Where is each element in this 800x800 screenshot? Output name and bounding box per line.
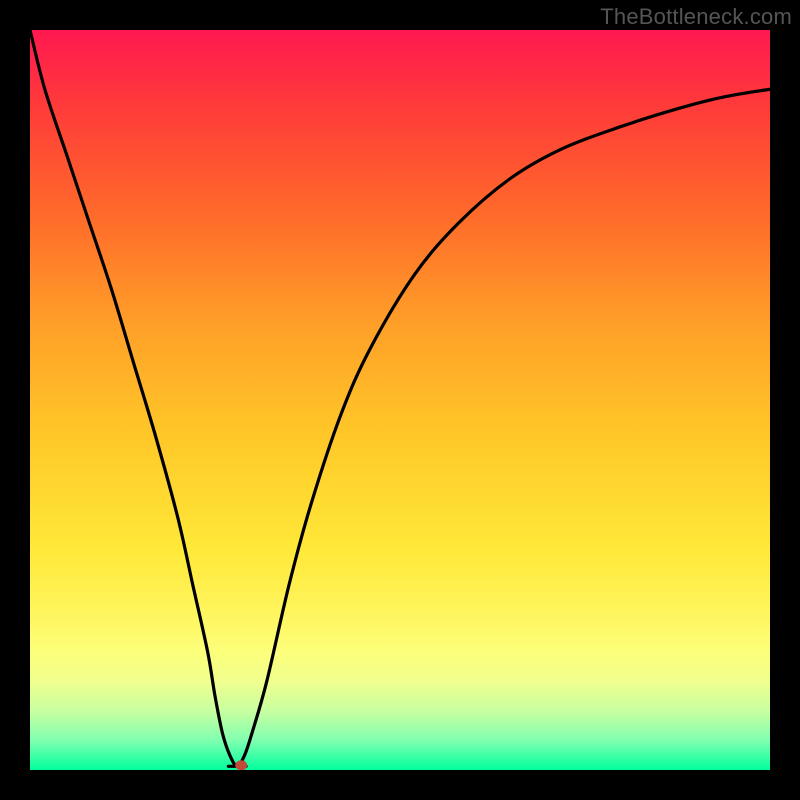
curve-svg bbox=[30, 30, 770, 770]
optimal-point-marker bbox=[235, 760, 247, 770]
watermark-text: TheBottleneck.com bbox=[600, 4, 792, 30]
bottleneck-curve bbox=[30, 30, 770, 766]
plot-area bbox=[30, 30, 770, 770]
chart-container: TheBottleneck.com bbox=[0, 0, 800, 800]
